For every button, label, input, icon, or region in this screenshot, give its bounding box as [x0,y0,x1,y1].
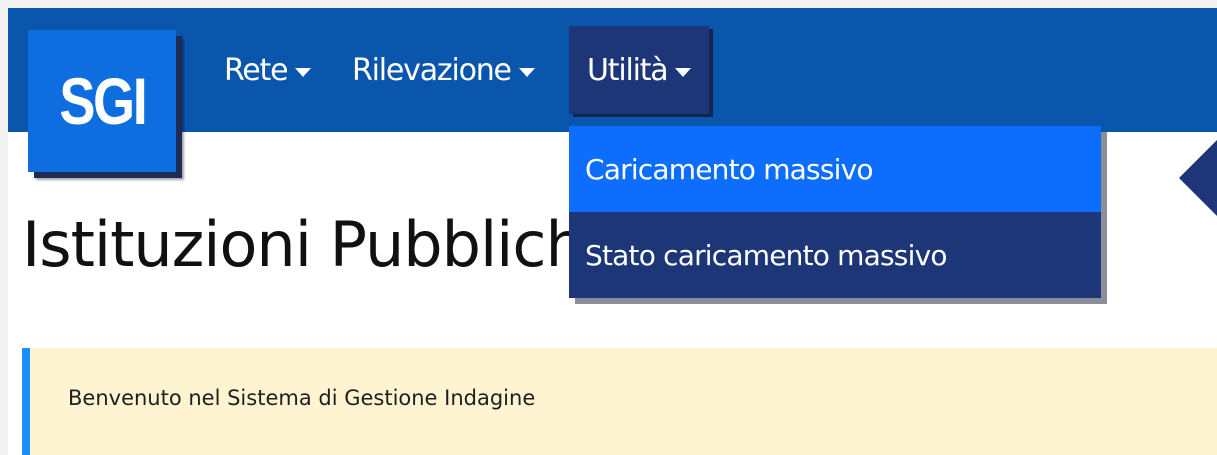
nav-item-label: Utilità [587,52,669,88]
nav-item-rete[interactable]: Rete [224,8,312,132]
nav-item-label: Rilevazione [352,52,512,88]
app-window: Rete Rilevazione Utilità SGI Caricamento… [8,8,1217,455]
caret-down-icon [295,67,312,77]
top-navbar: Rete Rilevazione Utilità [8,8,1217,132]
menu-item-label: Caricamento massivo [585,152,874,186]
nav-item-label: Rete [224,52,289,88]
menu-item-caricamento-massivo[interactable]: Caricamento massivo [569,126,1101,212]
page-title: Istituzioni Pubbliche [22,208,622,281]
menu-item-label: Stato caricamento massivo [585,238,947,272]
utilita-dropdown-menu: Caricamento massivo Stato caricamento ma… [569,126,1101,298]
caret-down-icon [518,67,535,77]
arrow-left-icon [1179,136,1217,220]
welcome-text: Benvenuto nel Sistema di Gestione Indagi… [68,386,536,410]
caret-down-icon [675,67,692,77]
logo-text: SGI [59,64,147,138]
sgi-logo[interactable]: SGI [28,30,176,172]
menu-item-stato-caricamento-massivo[interactable]: Stato caricamento massivo [569,212,1101,298]
nav-item-utilita[interactable]: Utilità [569,26,710,114]
welcome-notice: Benvenuto nel Sistema di Gestione Indagi… [22,348,1217,455]
nav-item-rilevazione[interactable]: Rilevazione [352,8,535,132]
